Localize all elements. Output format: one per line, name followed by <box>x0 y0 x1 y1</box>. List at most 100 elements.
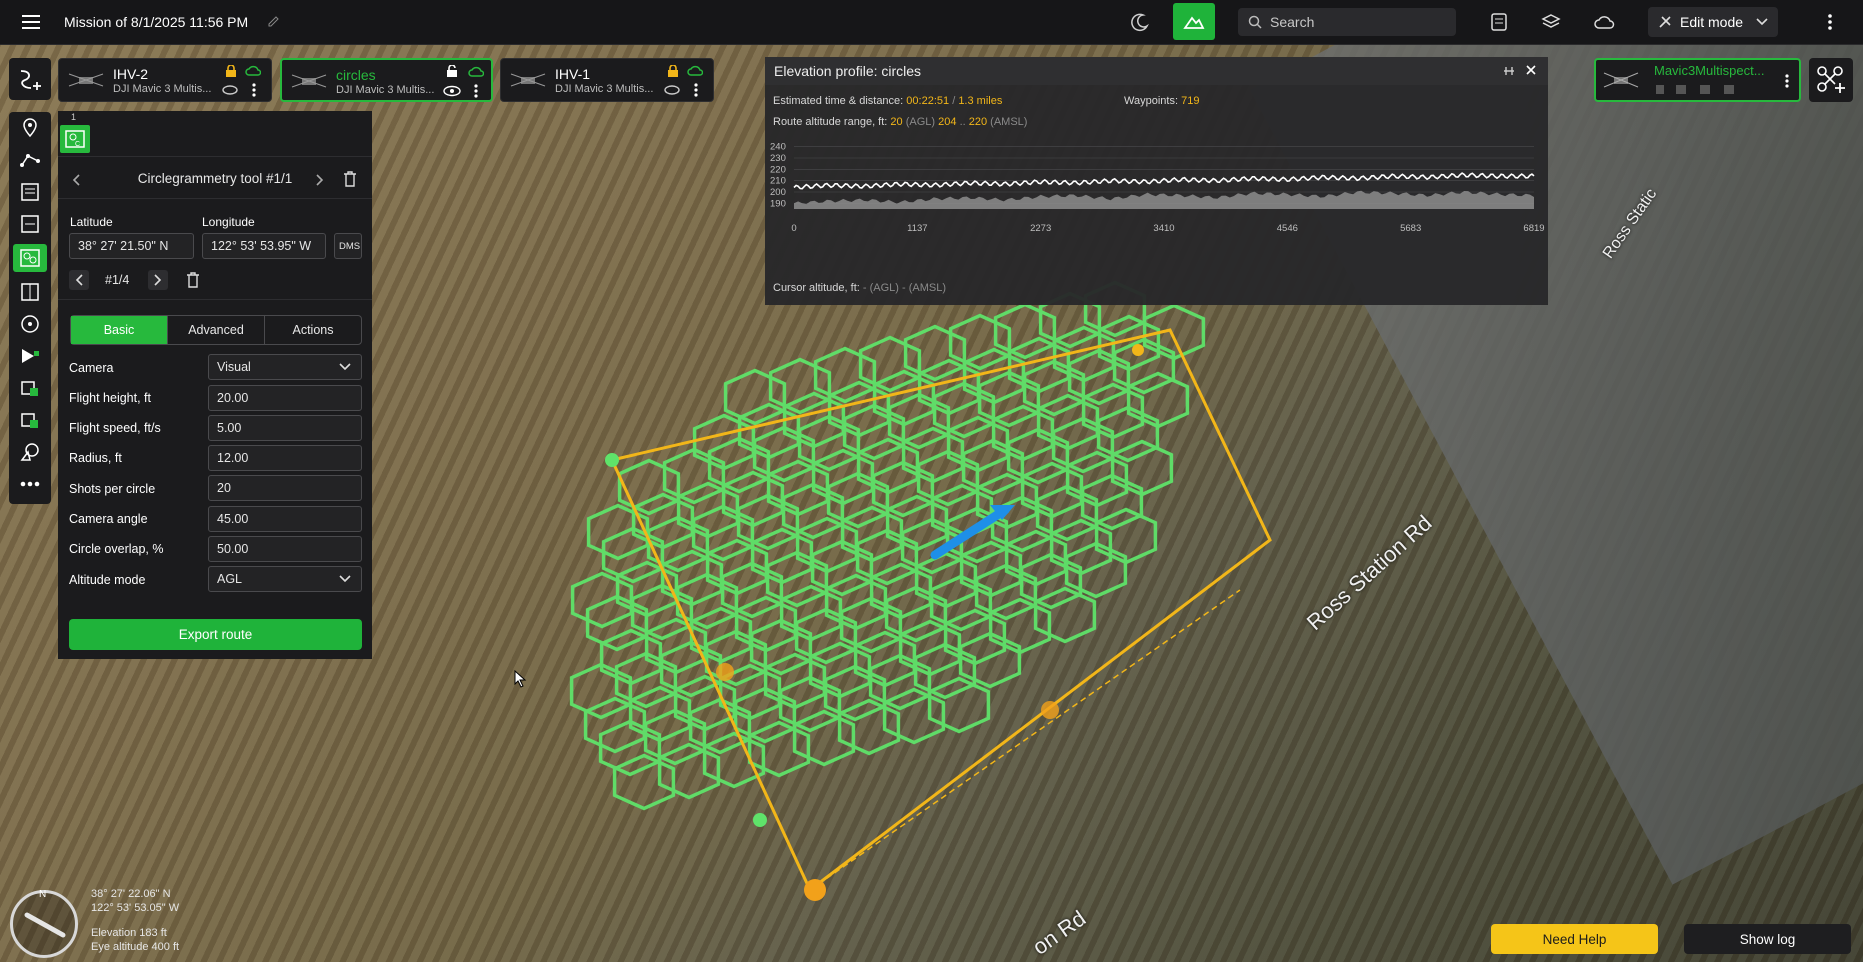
lock-icon[interactable] <box>225 65 237 78</box>
more-vertical-icon[interactable] <box>252 83 256 97</box>
unlock-icon[interactable] <box>446 65 460 78</box>
y-tick-label: 220 <box>770 164 786 175</box>
add-route-button[interactable] <box>9 58 51 100</box>
waypoint-tool-icon[interactable] <box>18 116 42 140</box>
y-tick-label: 210 <box>770 176 786 187</box>
circle-orbit-shape <box>1033 586 1097 644</box>
altitude-mode-select[interactable]: AGL <box>208 566 362 592</box>
waypoint-marker <box>1041 701 1059 719</box>
elevation-profile-button[interactable] <box>1173 3 1215 40</box>
show-log-button[interactable]: Show log <box>1684 924 1851 954</box>
more-vertical-icon[interactable] <box>474 84 478 98</box>
delete-tool-icon[interactable] <box>341 170 359 188</box>
mouse-cursor-icon <box>514 670 527 688</box>
elevation-profile-panel: Elevation profile: circles Estimated tim… <box>765 57 1548 305</box>
eye-off-icon[interactable] <box>664 85 680 95</box>
compass-north-label: N <box>39 889 47 900</box>
corridor-tool-icon[interactable] <box>18 212 42 236</box>
facade-tool-icon[interactable] <box>18 280 42 304</box>
circlegrammetry-badge-icon[interactable]: C <box>60 125 90 153</box>
eye-icon[interactable] <box>443 85 461 97</box>
more-vertical-icon[interactable] <box>694 83 698 97</box>
polyline-tool-icon[interactable] <box>18 148 42 172</box>
y-tick-label: 190 <box>770 198 786 209</box>
camera-angle-input[interactable]: 45.00 <box>208 506 362 532</box>
circle-overlap-input[interactable]: 50.00 <box>208 536 362 562</box>
flight-speed-input[interactable]: 5.00 <box>208 415 362 441</box>
circle-orbit-shape <box>988 597 1052 655</box>
eye-off-icon[interactable] <box>222 85 238 95</box>
chevron-down-icon <box>339 575 351 583</box>
shapes-tool-icon[interactable] <box>18 440 42 464</box>
radius-input[interactable]: 12.00 <box>208 445 362 471</box>
vehicle-card-ihv1[interactable]: IHV-1 DJI Mavic 3 Multis... <box>500 58 714 102</box>
flight-height-input[interactable]: 20.00 <box>208 385 362 411</box>
search-field[interactable]: Search <box>1238 8 1456 36</box>
circlegrammetry-tool-icon[interactable] <box>13 244 47 272</box>
x-tick-label: 4546 <box>1277 223 1298 234</box>
vehicle-card-mavic3[interactable]: Mavic3Multispect... <box>1594 58 1801 102</box>
circle-orbit-shape <box>612 753 676 811</box>
route-path <box>610 328 1272 893</box>
next-tool-button[interactable] <box>311 171 329 189</box>
close-icon[interactable] <box>1525 64 1537 76</box>
altitude-mode-label: Altitude mode <box>69 573 146 587</box>
perimeter-tool-icon[interactable] <box>18 376 42 400</box>
export-route-button[interactable]: Export route <box>69 619 362 650</box>
x-tick-label: 1137 <box>907 223 927 234</box>
distance-value: 1.3 miles <box>958 95 1003 107</box>
landing-tool-icon[interactable] <box>18 408 42 432</box>
circle-orbit-shape <box>858 335 922 393</box>
delete-point-icon[interactable] <box>184 271 202 289</box>
cloud-icon[interactable] <box>1592 11 1616 33</box>
layers-icon[interactable] <box>1540 11 1562 33</box>
night-mode-icon[interactable] <box>1128 10 1152 34</box>
edit-mode-select[interactable]: Edit mode <box>1648 7 1778 37</box>
tab-actions[interactable]: Actions <box>265 316 361 344</box>
cursor-altitude-label: Cursor altitude, ft: <box>773 282 860 294</box>
chevron-down-icon <box>339 363 351 371</box>
more-vertical-icon[interactable] <box>1785 74 1789 88</box>
vehicle-card-circles[interactable]: circles DJI Mavic 3 Multis... <box>280 58 493 102</box>
latitude-input[interactable]: 38° 27' 21.50" N <box>69 233 194 259</box>
tab-advanced[interactable]: Advanced <box>168 316 265 344</box>
elevation-chart[interactable]: 240230220210200190 0 1137 2273 3410 4546 5683 6… <box>765 137 1548 267</box>
waypoint-marker <box>804 879 826 901</box>
waypoint-marker <box>605 453 619 467</box>
more-vertical-icon[interactable] <box>1820 11 1840 33</box>
need-help-button[interactable]: Need Help <box>1491 924 1658 954</box>
drone-plus-icon <box>1817 66 1845 93</box>
x-tick-label: 0 <box>791 223 796 234</box>
previous-point-button[interactable] <box>69 270 89 290</box>
camera-select[interactable]: Visual <box>208 354 362 380</box>
chevron-down-icon <box>1756 18 1768 26</box>
orbit-tool-icon[interactable] <box>18 312 42 336</box>
menu-icon[interactable] <box>20 12 42 32</box>
waypoint-marker <box>716 663 734 681</box>
circle-orbit-shape <box>1142 303 1206 361</box>
compass-widget[interactable]: N <box>10 889 78 958</box>
more-horizontal-icon[interactable] <box>18 472 42 496</box>
drone-icon <box>510 73 546 87</box>
shots-per-circle-label: Shots per circle <box>69 482 156 496</box>
lock-icon[interactable] <box>667 65 679 78</box>
circle-orbit-shape <box>657 742 721 800</box>
longitude-input[interactable]: 122° 53' 53.95" W <box>202 233 326 259</box>
photo-tool-icon[interactable] <box>18 344 42 368</box>
report-icon[interactable] <box>1488 11 1510 33</box>
x-tick-label: 3410 <box>1153 223 1174 234</box>
pin-icon[interactable] <box>1502 65 1516 77</box>
survey-tool-icon[interactable] <box>18 180 42 204</box>
radius-label: Radius, ft <box>69 451 122 465</box>
add-vehicle-button[interactable] <box>1809 58 1853 102</box>
shots-per-circle-input[interactable]: 20 <box>208 475 362 501</box>
compass-needle-icon <box>24 912 66 938</box>
vehicle-card-ihv2[interactable]: IHV-2 DJI Mavic 3 Multis... <box>58 58 272 102</box>
dms-toggle-button[interactable]: DMS <box>334 233 362 259</box>
edit-pencil-icon[interactable] <box>266 13 282 29</box>
next-point-button[interactable] <box>148 270 168 290</box>
circle-orbit-shape <box>813 346 877 404</box>
cursor-agl: - (AGL) <box>862 282 899 294</box>
latitude-label: Latitude <box>70 215 113 229</box>
tab-basic[interactable]: Basic <box>71 316 168 344</box>
